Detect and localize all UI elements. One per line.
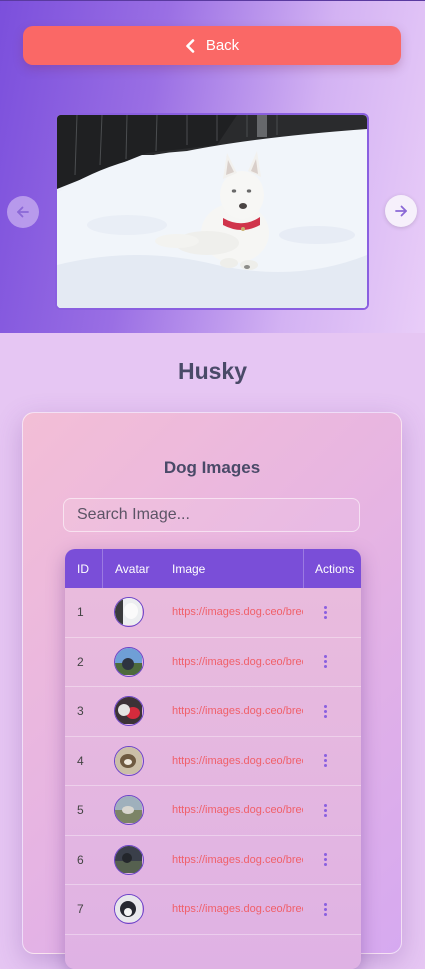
- chevron-left-icon: [186, 38, 195, 53]
- row-id: 5: [77, 803, 84, 818]
- image-link[interactable]: https://images.dog.ceo/breeds/husky/n021…: [160, 836, 303, 885]
- table-row[interactable]: 5 https://images.dog.ceo/breeds/husky/n0…: [65, 786, 361, 836]
- dog-photo: [55, 113, 369, 310]
- table-row[interactable]: 2 https://images.dog.ceo/breeds/husky/n0…: [65, 638, 361, 687]
- previous-image-button[interactable]: [7, 196, 39, 228]
- column-header-avatar[interactable]: Avatar: [102, 549, 160, 588]
- arrow-left-icon: [17, 206, 29, 218]
- hero-section: Back: [0, 0, 425, 333]
- back-button[interactable]: Back: [23, 26, 401, 65]
- image-link[interactable]: https://images.dog.ceo/breeds/husky/n021…: [160, 885, 303, 934]
- column-header-image[interactable]: Image: [160, 549, 303, 588]
- table-row[interactable]: 7 https://images.dog.ceo/breeds/husky/n0…: [65, 885, 361, 935]
- more-actions-icon[interactable]: [324, 605, 327, 619]
- row-id: 6: [77, 852, 84, 867]
- table-header: ID Avatar Image Actions: [65, 549, 361, 588]
- avatar: [114, 745, 144, 776]
- image-link[interactable]: https://images.dog.ceo/breeds/husky/n021…: [160, 737, 303, 786]
- avatar: [114, 646, 144, 677]
- more-actions-icon[interactable]: [324, 754, 327, 768]
- images-table: ID Avatar Image Actions 1 https://images…: [65, 549, 361, 969]
- more-actions-icon[interactable]: [324, 803, 327, 817]
- row-id: 7: [77, 902, 84, 917]
- search-input[interactable]: [63, 498, 360, 532]
- avatar: [114, 844, 144, 875]
- table-row[interactable]: 1 https://images.dog.ceo/breeds/husky/n0…: [65, 588, 361, 638]
- table-row[interactable]: 3 https://images.dog.ceo/breeds/husky/n0…: [65, 687, 361, 737]
- row-id: 2: [77, 654, 84, 669]
- row-id: 3: [77, 704, 84, 719]
- back-button-label: Back: [205, 37, 240, 54]
- more-actions-icon[interactable]: [324, 655, 327, 669]
- image-link[interactable]: https://images.dog.ceo/breeds/husky/n021…: [160, 786, 303, 835]
- column-header-id[interactable]: ID: [65, 549, 102, 588]
- image-link[interactable]: https://images.dog.ceo/breeds/husky/n021…: [160, 588, 303, 637]
- avatar: [114, 894, 144, 925]
- more-actions-icon[interactable]: [324, 853, 327, 867]
- image-link[interactable]: https://images.dog.ceo/breeds/husky/n021…: [160, 687, 303, 736]
- image-link[interactable]: https://images.dog.ceo/breeds/husky/n021…: [160, 638, 303, 687]
- arrow-right-icon: [395, 205, 407, 217]
- husky-photo-illustration: [57, 115, 367, 308]
- breed-title: Husky: [177, 358, 248, 384]
- column-header-actions[interactable]: Actions: [303, 549, 361, 588]
- table-row[interactable]: 6 https://images.dog.ceo/breeds/husky/n0…: [65, 836, 361, 885]
- avatar: [114, 795, 144, 826]
- more-actions-icon[interactable]: [324, 902, 327, 916]
- table-row[interactable]: 4 https://images.dog.ceo/breeds/husky/n0…: [65, 737, 361, 786]
- card-title: Dog Images: [163, 458, 261, 477]
- next-image-button[interactable]: [385, 195, 417, 227]
- more-actions-icon[interactable]: [324, 704, 327, 718]
- avatar: [114, 597, 144, 628]
- dog-images-card: Dog Images ID Avatar Image Actions 1 htt…: [22, 412, 402, 969]
- row-id: 4: [77, 753, 84, 768]
- avatar: [114, 696, 144, 727]
- row-id: 1: [77, 605, 84, 620]
